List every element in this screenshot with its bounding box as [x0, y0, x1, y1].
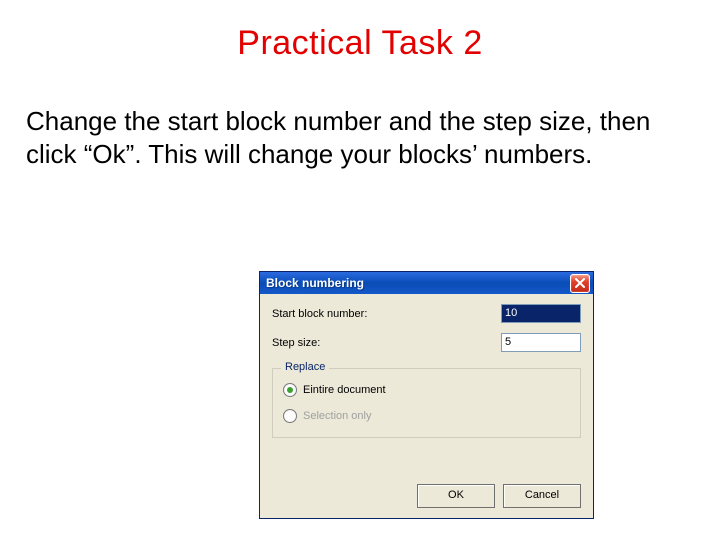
- dialog-content: Start block number: 10 Step size: 5 Repl…: [260, 294, 593, 518]
- replace-legend: Replace: [281, 361, 329, 373]
- replace-groupbox: Replace Eintire document Selection only: [272, 368, 581, 438]
- close-icon: [575, 278, 585, 288]
- close-button[interactable]: [570, 274, 590, 293]
- slide-title: Practical Task 2: [0, 24, 720, 63]
- radio-entire-label: Eintire document: [303, 384, 386, 396]
- slide-body-text: Change the start block number and the st…: [26, 105, 690, 170]
- radio-entire-document[interactable]: Eintire document: [283, 383, 570, 397]
- radio-selection-only[interactable]: Selection only: [283, 409, 570, 423]
- step-size-input[interactable]: 5: [501, 333, 581, 352]
- radio-selection-label: Selection only: [303, 410, 372, 422]
- start-number-label: Start block number:: [272, 308, 501, 320]
- step-size-label: Step size:: [272, 337, 501, 349]
- dialog-button-bar: OK Cancel: [417, 484, 581, 508]
- ok-button[interactable]: OK: [417, 484, 495, 508]
- slide: Practical Task 2 Change the start block …: [0, 24, 720, 540]
- cancel-button[interactable]: Cancel: [503, 484, 581, 508]
- block-numbering-dialog: Block numbering Start block number: 10 S…: [259, 271, 594, 519]
- step-size-row: Step size: 5: [272, 333, 581, 352]
- dialog-titlebar[interactable]: Block numbering: [260, 272, 593, 294]
- radio-icon: [283, 383, 297, 397]
- start-number-input[interactable]: 10: [501, 304, 581, 323]
- radio-icon: [283, 409, 297, 423]
- start-number-row: Start block number: 10: [272, 304, 581, 323]
- dialog-caption: Block numbering: [266, 276, 570, 290]
